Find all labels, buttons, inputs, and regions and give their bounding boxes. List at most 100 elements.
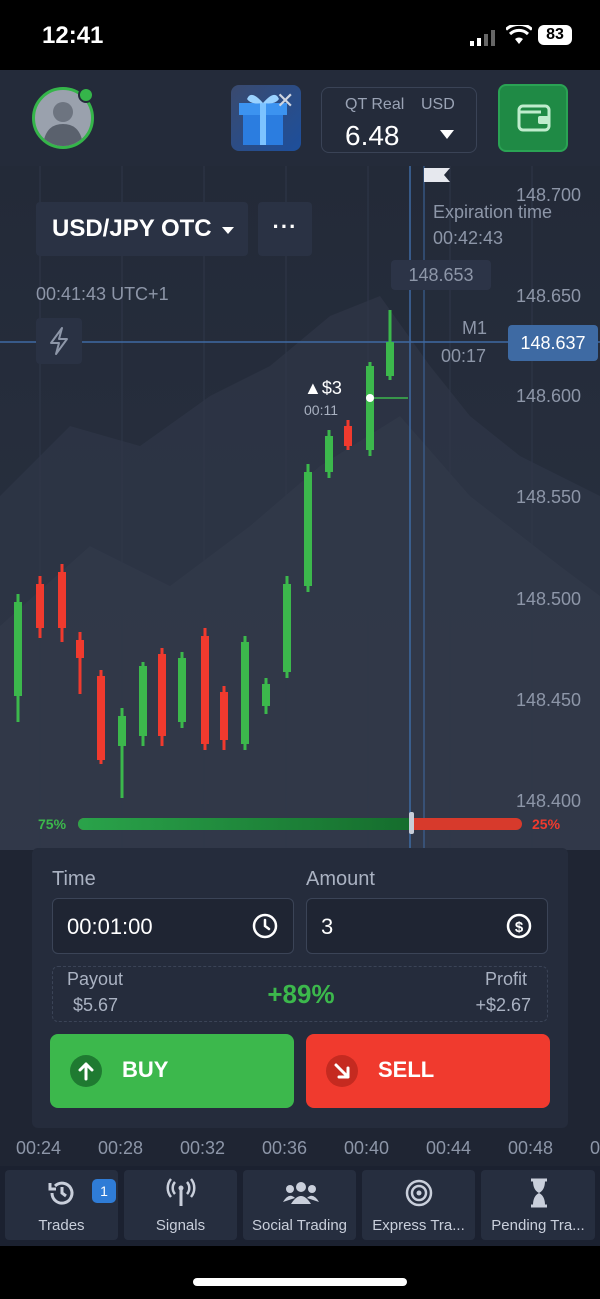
amount-value: 3 [321,914,334,939]
y-axis-label: 148.450 [516,690,582,710]
lightning-icon [50,327,68,355]
buy-button[interactable]: BUY [50,1034,294,1108]
account-balance: 6.48 [345,120,400,151]
y-axis-label: 148.600 [516,386,582,406]
y-axis-label: 148.500 [516,589,582,609]
cellular-signal-icon [470,30,495,46]
dollar-icon[interactable]: $ [503,910,535,942]
chevron-down-icon [222,227,234,234]
candle-body [304,472,312,586]
svg-text:$: $ [515,919,524,936]
nav-label: Social Trading [251,1217,348,1234]
nav-label: Pending Tra... [491,1217,585,1234]
x-axis-label: 00:48 [508,1138,554,1158]
candle-body [158,654,166,736]
battery-indicator: 83 [538,25,572,45]
account-type: QT Real [345,96,405,113]
y-axis-label: 148.550 [516,487,582,507]
candle-body [386,342,394,376]
x-axis-label: 00:44 [426,1138,472,1158]
y-axis-label: 148.400 [516,791,582,811]
nav-label: Trades [38,1217,85,1234]
status-bar: 12:41 83 [0,0,600,70]
sentiment-bar-fill [78,818,411,830]
wallet-icon [517,104,551,132]
home-indicator[interactable] [193,1278,407,1286]
home-bar [0,1246,600,1299]
candle-body [118,716,126,746]
sentiment-bar [78,818,522,830]
x-axis-label: 0 [590,1138,600,1158]
candle-body [58,572,66,628]
more-options-button[interactable]: ··· [258,202,312,256]
close-icon[interactable]: ✕ [276,88,294,114]
candle-body [241,642,249,744]
x-axis-label: 00:40 [344,1138,390,1158]
payout-box: Payout $5.67 +89% Profit +$2.67 [52,966,548,1022]
nav-social-trading[interactable]: Social Trading [243,1170,356,1240]
candle-body [36,584,44,628]
sell-label: SELL [378,1057,435,1082]
profit-label: Profit [484,969,527,989]
current-price-badge: 148.637 [508,325,598,361]
asset-pair-label: USD/JPY OTC [52,215,212,242]
price-chart[interactable]: USD/JPY OTC ··· 00:41:43 UTC+1 Expiratio… [0,166,600,850]
nav-pending-trades[interactable]: Pending Tra... [481,1170,595,1240]
history-icon [48,1181,74,1205]
wifi-icon [506,25,532,44]
nav-label: Express Tra... [372,1217,465,1234]
candle-body [201,636,209,744]
users-icon [283,1182,319,1204]
wallet-button[interactable] [498,84,568,152]
amount-field[interactable]: 3 $ [306,898,548,954]
sell-sentiment-pct: 25% [532,816,561,832]
candle-body [344,426,352,446]
expiration-time: 00:42:43 [433,228,504,248]
trade-panel: Time Amount 00:01:00 3 $ Payout $5.67 +8… [32,848,568,1128]
time-label: Time [52,868,96,890]
x-axis-label: 00:36 [262,1138,308,1158]
more-icon: ··· [272,214,298,239]
profit-value: +$2.67 [475,995,531,1015]
account-selector[interactable]: QT Real USD 6.48 [321,87,477,153]
candle-body [178,658,186,722]
trade-marker: ▲$3 [304,378,342,398]
arrow-down-right-icon [326,1055,358,1087]
candle-body [262,684,270,706]
trades-count-badge: 1 [92,1179,116,1203]
app-header: ✕ QT Real USD 6.48 [0,70,600,167]
hourglass-icon [531,1178,547,1208]
timeframe-label[interactable]: M1 [462,318,487,339]
candle-body [14,602,22,696]
bottom-nav: 1 Trades Signals Social Trading Express … [0,1166,600,1246]
account-currency: USD [421,96,455,113]
hover-price: 148.653 [391,260,491,290]
online-status-dot [78,87,94,103]
time-field[interactable]: 00:01:00 [52,898,294,954]
trade-entry-point [366,394,374,402]
nav-label: Signals [155,1217,206,1234]
arrow-up-icon [70,1055,102,1087]
x-axis-label: 00:32 [180,1138,226,1158]
server-time: 00:41:43 UTC+1 [36,284,169,304]
nav-signals[interactable]: Signals [124,1170,237,1240]
x-axis-label: 00:28 [98,1138,144,1158]
nav-trades[interactable]: 1 Trades [5,1170,118,1240]
buy-sentiment-pct: 75% [38,816,67,832]
x-axis-label: 00:24 [16,1138,62,1158]
target-icon [405,1179,433,1207]
candle-timer: 00:17 [441,346,487,366]
amount-label: Amount [306,868,375,890]
candle-body [325,436,333,472]
y-axis-label: 148.700 [516,185,582,205]
time-value: 00:01:00 [67,914,153,939]
chevron-down-icon [440,130,454,139]
sell-button[interactable]: SELL [306,1034,550,1108]
quick-trade-button[interactable] [36,318,82,364]
nav-express-trades[interactable]: Express Tra... [362,1170,475,1240]
asset-selector[interactable]: USD/JPY OTC [36,202,248,256]
chart-canvas[interactable] [0,166,600,850]
candle-body [97,676,105,760]
clock-icon[interactable] [249,910,281,942]
buy-label: BUY [122,1057,169,1082]
